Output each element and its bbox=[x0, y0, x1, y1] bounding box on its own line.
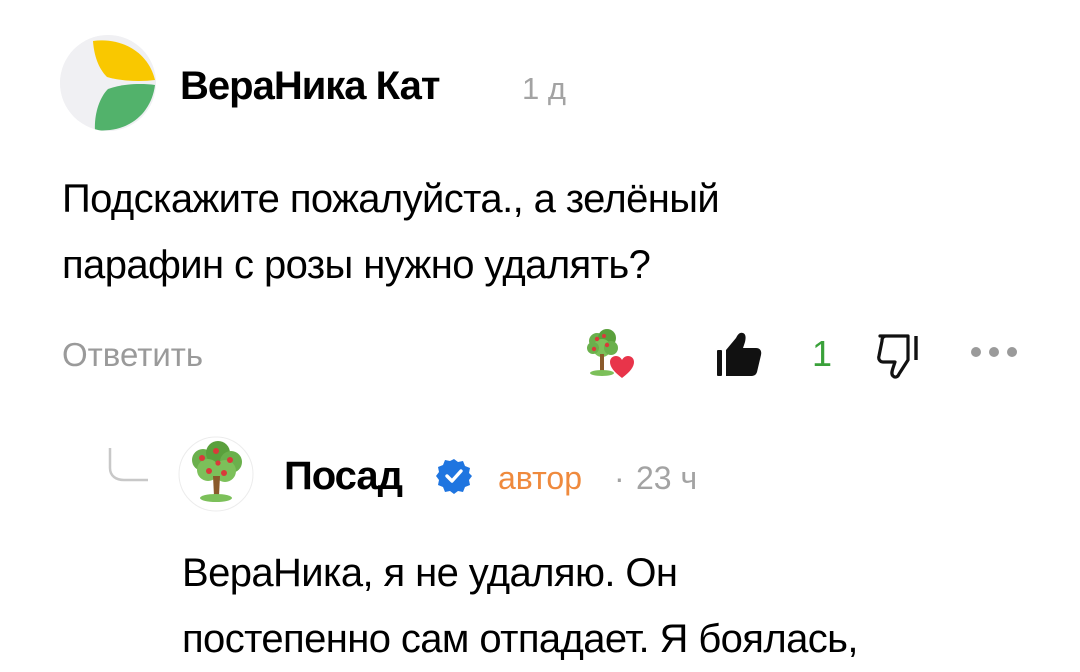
comment-text-line: парафин с розы нужно удалять? bbox=[62, 243, 651, 287]
reaction-button[interactable] bbox=[580, 326, 642, 382]
apple-tree-avatar-icon bbox=[178, 436, 254, 512]
more-dots-icon bbox=[971, 347, 1017, 357]
reply-thread-connector bbox=[104, 446, 150, 486]
dislike-button[interactable] bbox=[872, 330, 930, 382]
comment-author-name[interactable]: ВераНика Кат bbox=[180, 62, 440, 110]
verified-badge bbox=[436, 458, 472, 494]
thumbs-down-icon bbox=[877, 334, 918, 379]
comment-author-avatar[interactable] bbox=[60, 35, 156, 131]
verified-check-icon bbox=[436, 459, 472, 494]
more-options-button[interactable] bbox=[968, 342, 1020, 362]
reply-text: ВераНика, я не удаляю. Он постепенно сам… bbox=[182, 540, 1062, 672]
reply-text-line: ВераНика, я не удаляю. Он bbox=[182, 551, 678, 595]
reply-text-line: постепенно сам отпадает. Я боялась, bbox=[182, 617, 859, 661]
thumbs-up-icon bbox=[717, 332, 762, 376]
tree-heart-reaction-icon bbox=[587, 329, 634, 378]
reply-author-name[interactable]: Посад bbox=[284, 452, 403, 500]
reply-button[interactable]: Ответить bbox=[62, 334, 203, 376]
reply-timestamp: 23 ч bbox=[636, 460, 698, 496]
comment-text-line: Подскажите пожалуйста., а зелёный bbox=[62, 177, 720, 221]
meta-separator: · bbox=[614, 460, 625, 496]
comment-timestamp: 1 д bbox=[522, 71, 566, 106]
yandex-zen-avatar-icon bbox=[60, 35, 156, 131]
like-count: 1 bbox=[812, 333, 833, 374]
like-button[interactable] bbox=[712, 330, 770, 378]
reply-author-avatar[interactable] bbox=[178, 436, 254, 512]
comment-text: Подскажите пожалуйста., а зелёный парафи… bbox=[62, 166, 1022, 298]
author-badge: автор bbox=[498, 460, 582, 496]
